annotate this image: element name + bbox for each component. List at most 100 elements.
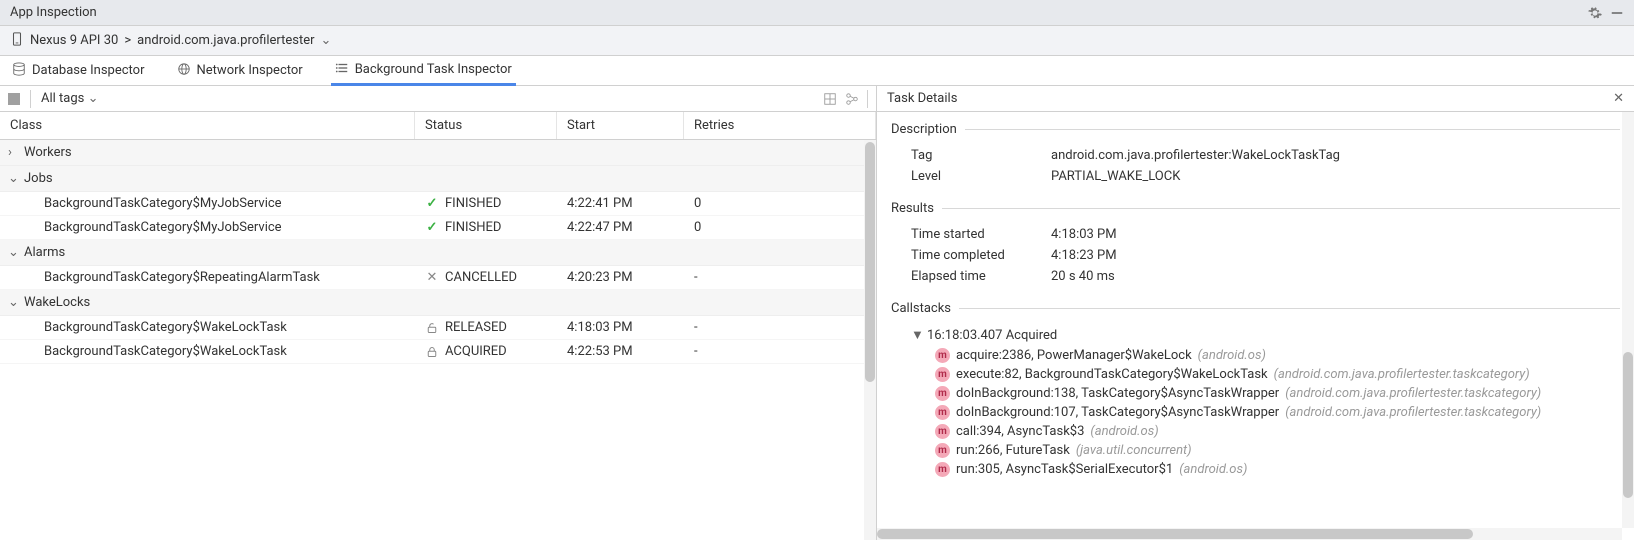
triangle-down-icon: ▼	[911, 327, 921, 343]
cell-status: FINISHED	[445, 196, 501, 211]
graph-view-icon[interactable]	[845, 92, 859, 106]
frame-package: (android.os)	[1179, 462, 1247, 477]
stack-frame[interactable]: mrun:266, FutureTask(java.util.concurren…	[891, 441, 1620, 460]
scrollbar-vertical[interactable]	[1622, 112, 1634, 528]
task-details-pane: Task Details ✕ Description Tagandroid.co…	[877, 86, 1634, 540]
cell-retries: -	[684, 270, 876, 285]
chevron-down-icon: ⌄	[8, 295, 18, 310]
database-icon	[12, 62, 26, 80]
separator	[867, 90, 868, 108]
col-header-start[interactable]: Start	[557, 112, 684, 139]
separator	[30, 90, 31, 108]
cell-start: 4:18:03 PM	[557, 320, 684, 335]
frame-package: (android.com.java.profilertester.taskcat…	[1285, 386, 1541, 401]
group-wakelocks[interactable]: ⌄ WakeLocks	[0, 290, 876, 316]
frame-package: (android.com.java.profilertester.taskcat…	[1285, 405, 1541, 420]
method-icon: m	[935, 405, 950, 420]
scrollbar-vertical[interactable]	[864, 140, 876, 540]
divider	[965, 129, 1620, 130]
divider	[959, 308, 1620, 309]
check-icon: ✓	[425, 221, 439, 235]
check-icon: ✓	[425, 197, 439, 211]
table-header: Class Status Start Retries	[0, 112, 876, 140]
results-elapsed-key: Elapsed time	[911, 269, 1051, 284]
stack-frame[interactable]: mexecute:82, BackgroundTaskCategory$Wake…	[891, 365, 1620, 384]
table-view-icon[interactable]	[823, 92, 837, 106]
group-workers[interactable]: › Workers	[0, 140, 876, 166]
cell-retries: 0	[684, 196, 876, 211]
cross-icon: ✕	[425, 271, 439, 285]
cell-class: BackgroundTaskCategory$WakeLockTask	[0, 344, 415, 359]
stop-icon[interactable]	[8, 93, 20, 105]
table-row[interactable]: BackgroundTaskCategory$MyJobService ✓FIN…	[0, 216, 876, 240]
stack-frame[interactable]: m doInBackground:138, TaskCategory$AsyncT…	[891, 384, 1620, 403]
chevron-down-icon: ⌄	[8, 171, 18, 186]
group-jobs[interactable]: ⌄ Jobs	[0, 166, 876, 192]
breadcrumb-sep: >	[124, 33, 131, 48]
cell-class: BackgroundTaskCategory$MyJobService	[0, 220, 415, 235]
col-header-status[interactable]: Status	[415, 112, 557, 139]
stack-frame[interactable]: macquire:2386, PowerManager$WakeLock(and…	[891, 346, 1620, 365]
gear-icon[interactable]	[1588, 6, 1602, 20]
callstack-node-label: 16:18:03.407 Acquired	[927, 328, 1057, 343]
table-row[interactable]: BackgroundTaskCategory$MyJobService ✓FIN…	[0, 192, 876, 216]
table-row[interactable]: BackgroundTaskCategory$WakeLockTask RELE…	[0, 316, 876, 340]
frame-package: (android.os)	[1090, 424, 1158, 439]
method-icon: m	[935, 386, 950, 401]
stack-frame[interactable]: mdoInBackground:107, TaskCategory$AsyncT…	[891, 403, 1620, 422]
tab-database-label: Database Inspector	[32, 63, 145, 78]
unlock-icon	[425, 321, 439, 335]
group-alarms[interactable]: ⌄ Alarms	[0, 240, 876, 266]
list-icon	[335, 61, 349, 79]
scrollbar-horizontal[interactable]	[877, 528, 1622, 540]
globe-icon	[177, 62, 191, 80]
frame-signature: acquire:2386, PowerManager$WakeLock	[956, 348, 1192, 363]
cell-class: BackgroundTaskCategory$WakeLockTask	[0, 320, 415, 335]
method-icon: m	[935, 443, 950, 458]
desc-level-val: PARTIAL_WAKE_LOCK	[1051, 169, 1180, 184]
cell-start: 4:22:41 PM	[557, 196, 684, 211]
table-row[interactable]: BackgroundTaskCategory$RepeatingAlarmTas…	[0, 266, 876, 290]
method-icon: m	[935, 462, 950, 477]
tags-filter[interactable]: All tags ⌄	[41, 91, 98, 106]
group-workers-label: Workers	[24, 145, 72, 160]
frame-package: (android.com.java.profilertester.taskcat…	[1274, 367, 1530, 382]
window-title: App Inspection	[10, 5, 97, 20]
close-icon[interactable]: ✕	[1613, 91, 1624, 106]
tab-background-label: Background Task Inspector	[355, 62, 512, 77]
stack-frame[interactable]: m call:394, AsyncTask$3 (android.os)	[891, 422, 1620, 441]
results-started-key: Time started	[911, 227, 1051, 242]
breadcrumb-process: android.com.java.profilertester	[137, 33, 314, 48]
tab-network-inspector[interactable]: Network Inspector	[173, 56, 307, 86]
chevron-down-icon: ⌄	[321, 33, 331, 48]
callstack-node[interactable]: ▼ 16:18:03.407 Acquired	[891, 324, 1620, 346]
cell-retries: 0	[684, 220, 876, 235]
filter-bar: All tags ⌄	[0, 86, 876, 112]
frame-signature: run:305, AsyncTask$SerialExecutor$1	[956, 462, 1173, 477]
cell-start: 4:20:23 PM	[557, 270, 684, 285]
results-completed-val: 4:18:23 PM	[1051, 248, 1117, 263]
frame-signature: run:266, FutureTask	[956, 443, 1070, 458]
breadcrumb[interactable]: Nexus 9 API 30 > android.com.java.profil…	[0, 26, 1634, 56]
cell-start: 4:22:47 PM	[557, 220, 684, 235]
frame-package: (android.os)	[1198, 348, 1266, 363]
table-row[interactable]: BackgroundTaskCategory$WakeLockTask ACQU…	[0, 340, 876, 364]
group-jobs-label: Jobs	[24, 171, 53, 186]
frame-signature: call:394, AsyncTask$3	[956, 424, 1084, 439]
col-header-retries[interactable]: Retries	[684, 112, 876, 139]
section-callstacks-title: Callstacks	[891, 301, 951, 316]
minimize-icon[interactable]	[1610, 6, 1624, 20]
results-elapsed-val: 20 s 40 ms	[1051, 269, 1115, 284]
details-title: Task Details	[887, 91, 957, 106]
lock-icon	[425, 345, 439, 359]
stack-frame[interactable]: m run:305, AsyncTask$SerialExecutor$1 (and…	[891, 460, 1620, 479]
tab-database-inspector[interactable]: Database Inspector	[8, 56, 149, 86]
desc-level-key: Level	[911, 169, 1051, 184]
breadcrumb-device: Nexus 9 API 30	[30, 33, 118, 48]
tab-background-task-inspector[interactable]: Background Task Inspector	[331, 56, 516, 86]
results-started-val: 4:18:03 PM	[1051, 227, 1117, 242]
frame-signature: doInBackground:138, TaskCategory$AsyncTa…	[956, 386, 1279, 401]
cell-status: RELEASED	[445, 320, 507, 335]
method-icon: m	[935, 424, 950, 439]
col-header-class[interactable]: Class	[0, 112, 415, 139]
